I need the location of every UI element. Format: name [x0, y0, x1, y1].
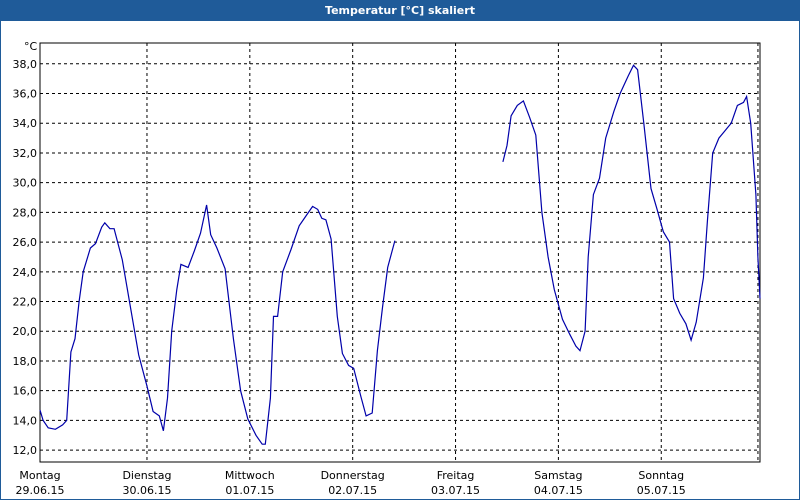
x-tick-day: Samstag [534, 469, 582, 482]
x-tick-day: Freitag [437, 469, 475, 482]
y-tick-label: 18,0 [13, 355, 38, 368]
y-tick-label: 24,0 [13, 266, 38, 279]
y-tick-label: 14,0 [13, 414, 38, 427]
temperature-line [39, 204, 396, 445]
x-tick-day: Montag [19, 469, 60, 482]
y-tick-label: 28,0 [13, 206, 38, 219]
y-tick-label: 30,0 [13, 177, 38, 190]
y-tick-label: 36,0 [13, 88, 38, 101]
y-tick-label: 20,0 [13, 325, 38, 338]
y-tick-label: 12,0 [13, 444, 38, 457]
plot-frame [39, 42, 761, 463]
x-tick-date: 04.07.15 [534, 484, 583, 497]
temperature-line [502, 64, 761, 352]
x-tick-day: Donnerstag [321, 469, 385, 482]
temperature-chart: °C 12,0 14,0 16,0 18,0 20,0 22,0 24,0 26,0 28,0 3… [13, 40, 761, 497]
x-tick-date: 03.07.15 [431, 484, 480, 497]
x-tick-date: 02.07.15 [328, 484, 377, 497]
y-tick-label: 38,0 [13, 58, 38, 71]
series-layer [39, 64, 761, 445]
grid [40, 43, 760, 462]
x-tick-day: Sonntag [638, 469, 684, 482]
y-tick-label: 32,0 [13, 147, 38, 160]
y-tick-label: 34,0 [13, 117, 38, 130]
x-tick-date: 05.07.15 [637, 484, 686, 497]
x-tick-date: 29.06.15 [16, 484, 65, 497]
x-tick-labels: Montag 29.06.15 Dienstag 30.06.15 Mittwoch 01… [16, 469, 686, 497]
y-tick-label: 26,0 [13, 236, 38, 249]
y-tick-label: 22,0 [13, 296, 38, 309]
x-tick-day: Dienstag [122, 469, 171, 482]
y-axis-unit-label: °C [24, 40, 38, 53]
x-tick-date: 01.07.15 [225, 484, 274, 497]
x-tick-date: 30.06.15 [122, 484, 171, 497]
y-tick-labels: 12,0 14,0 16,0 18,0 20,0 22,0 24,0 26,0 28,0 30,0… [13, 58, 38, 457]
y-tick-label: 16,0 [13, 385, 38, 398]
x-tick-day: Mittwoch [225, 469, 275, 482]
